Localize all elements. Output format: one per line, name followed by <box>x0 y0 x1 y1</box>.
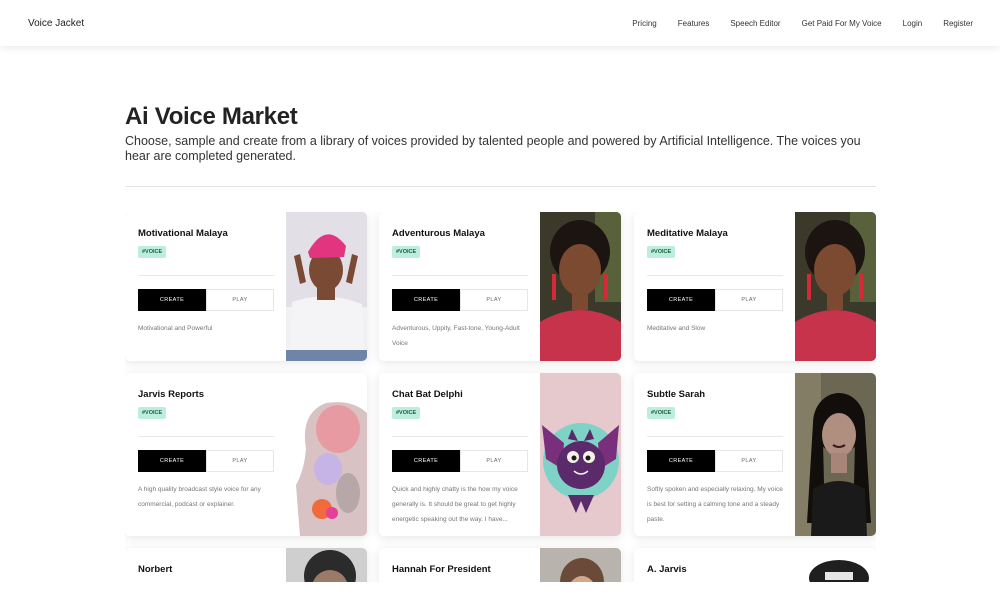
card-divider <box>138 436 274 437</box>
section-divider <box>125 186 876 187</box>
top-navbar: Voice Jacket Pricing Features Speech Edi… <box>0 0 1000 46</box>
voice-name[interactable]: Adventurous Malaya <box>392 228 485 239</box>
voice-tag[interactable]: #VOICE <box>647 246 676 258</box>
voice-portrait-image[interactable] <box>286 373 367 536</box>
voice-name[interactable]: Chat Bat Delphi <box>392 389 463 400</box>
voice-name[interactable]: Meditative Malaya <box>647 228 728 239</box>
voice-name[interactable]: Subtle Sarah <box>647 389 705 400</box>
play-button[interactable]: PLAY <box>715 450 783 472</box>
card-divider <box>392 436 528 437</box>
button-group: CREATE PLAY <box>138 450 274 472</box>
voice-description: Adventurous, Uppity, Fast-tone, Young-Ad… <box>392 325 520 347</box>
voice-card[interactable]: Hannah For President <box>379 548 621 582</box>
create-button[interactable]: CREATE <box>392 289 460 311</box>
card-divider <box>647 436 783 437</box>
create-button[interactable]: CREATE <box>647 450 715 472</box>
nav-link-register[interactable]: Register <box>943 19 973 28</box>
play-button[interactable]: PLAY <box>206 450 274 472</box>
page-title: Ai Voice Market <box>125 103 298 130</box>
nav-links: Pricing Features Speech Editor Get Paid … <box>611 19 973 28</box>
voice-description: Quick and highly chatty is the how my vo… <box>392 486 518 523</box>
voice-description: Motivational and Powerful <box>138 325 213 332</box>
voice-card[interactable]: Meditative Malaya #VOICE CREATE PLAY Med… <box>634 212 876 361</box>
button-group: CREATE PLAY <box>647 450 783 472</box>
create-button[interactable]: CREATE <box>138 450 206 472</box>
voice-card[interactable]: A. Jarvis <box>634 548 876 582</box>
card-divider <box>647 275 783 276</box>
brand-logo-link[interactable]: Voice Jacket <box>28 18 84 29</box>
card-divider <box>392 275 528 276</box>
nav-link-get-paid[interactable]: Get Paid For My Voice <box>802 19 882 28</box>
nav-link-speech-editor[interactable]: Speech Editor <box>730 19 780 28</box>
voice-portrait-image[interactable] <box>286 548 367 582</box>
voice-tag[interactable]: #VOICE <box>647 407 676 419</box>
voice-description: A high quality broadcast style voice for… <box>138 486 261 508</box>
voice-portrait-image[interactable] <box>795 373 876 536</box>
button-group: CREATE PLAY <box>647 289 783 311</box>
voice-card[interactable]: Subtle Sarah #VOICE CREATE PLAY Softly s… <box>634 373 876 536</box>
voice-description: Softly spoken and especially relaxing. M… <box>647 486 783 523</box>
voice-name[interactable]: Motivational Malaya <box>138 228 228 239</box>
voice-tag[interactable]: #VOICE <box>138 246 167 258</box>
nav-link-pricing[interactable]: Pricing <box>632 19 656 28</box>
nav-link-features[interactable]: Features <box>678 19 710 28</box>
voice-name[interactable]: Norbert <box>138 564 172 575</box>
hero-section: Ai Voice Market Choose, sample and creat… <box>125 100 876 187</box>
voice-tag[interactable]: #VOICE <box>392 246 421 258</box>
button-group: CREATE PLAY <box>392 450 528 472</box>
play-button[interactable]: PLAY <box>460 289 528 311</box>
voice-name[interactable]: A. Jarvis <box>647 564 687 575</box>
play-button[interactable]: PLAY <box>715 289 783 311</box>
create-button[interactable]: CREATE <box>138 289 206 311</box>
create-button[interactable]: CREATE <box>392 450 460 472</box>
voice-card[interactable]: Jarvis Reports #VOICE CREATE PLAY A high… <box>125 373 367 536</box>
voice-portrait-image[interactable] <box>540 212 621 361</box>
voice-portrait-image[interactable] <box>286 212 367 361</box>
voice-name[interactable]: Hannah For President <box>392 564 491 575</box>
voice-tag[interactable]: #VOICE <box>138 407 167 419</box>
button-group: CREATE PLAY <box>138 289 274 311</box>
card-divider <box>138 275 274 276</box>
voice-portrait-image[interactable] <box>540 548 621 582</box>
voice-name[interactable]: Jarvis Reports <box>138 389 204 400</box>
voice-card[interactable]: Adventurous Malaya #VOICE CREATE PLAY Ad… <box>379 212 621 361</box>
voice-card[interactable]: Chat Bat Delphi #VOICE CREATE PLAY Quick… <box>379 373 621 536</box>
page-description: Choose, sample and create from a library… <box>125 134 861 163</box>
play-button[interactable]: PLAY <box>460 450 528 472</box>
voice-portrait-image[interactable] <box>540 373 621 536</box>
voice-card[interactable]: Motivational Malaya #VOICE CREATE PLAY M… <box>125 212 367 361</box>
voice-card[interactable]: Norbert <box>125 548 367 582</box>
voice-description: Meditative and Slow <box>647 325 706 332</box>
create-button[interactable]: CREATE <box>647 289 715 311</box>
voice-portrait-image[interactable] <box>795 212 876 361</box>
voice-portrait-image[interactable] <box>795 548 876 582</box>
play-button[interactable]: PLAY <box>206 289 274 311</box>
voice-tag[interactable]: #VOICE <box>392 407 421 419</box>
button-group: CREATE PLAY <box>392 289 528 311</box>
nav-link-login[interactable]: Login <box>903 19 923 28</box>
voice-card-grid: Motivational Malaya #VOICE CREATE PLAY M… <box>125 212 876 582</box>
